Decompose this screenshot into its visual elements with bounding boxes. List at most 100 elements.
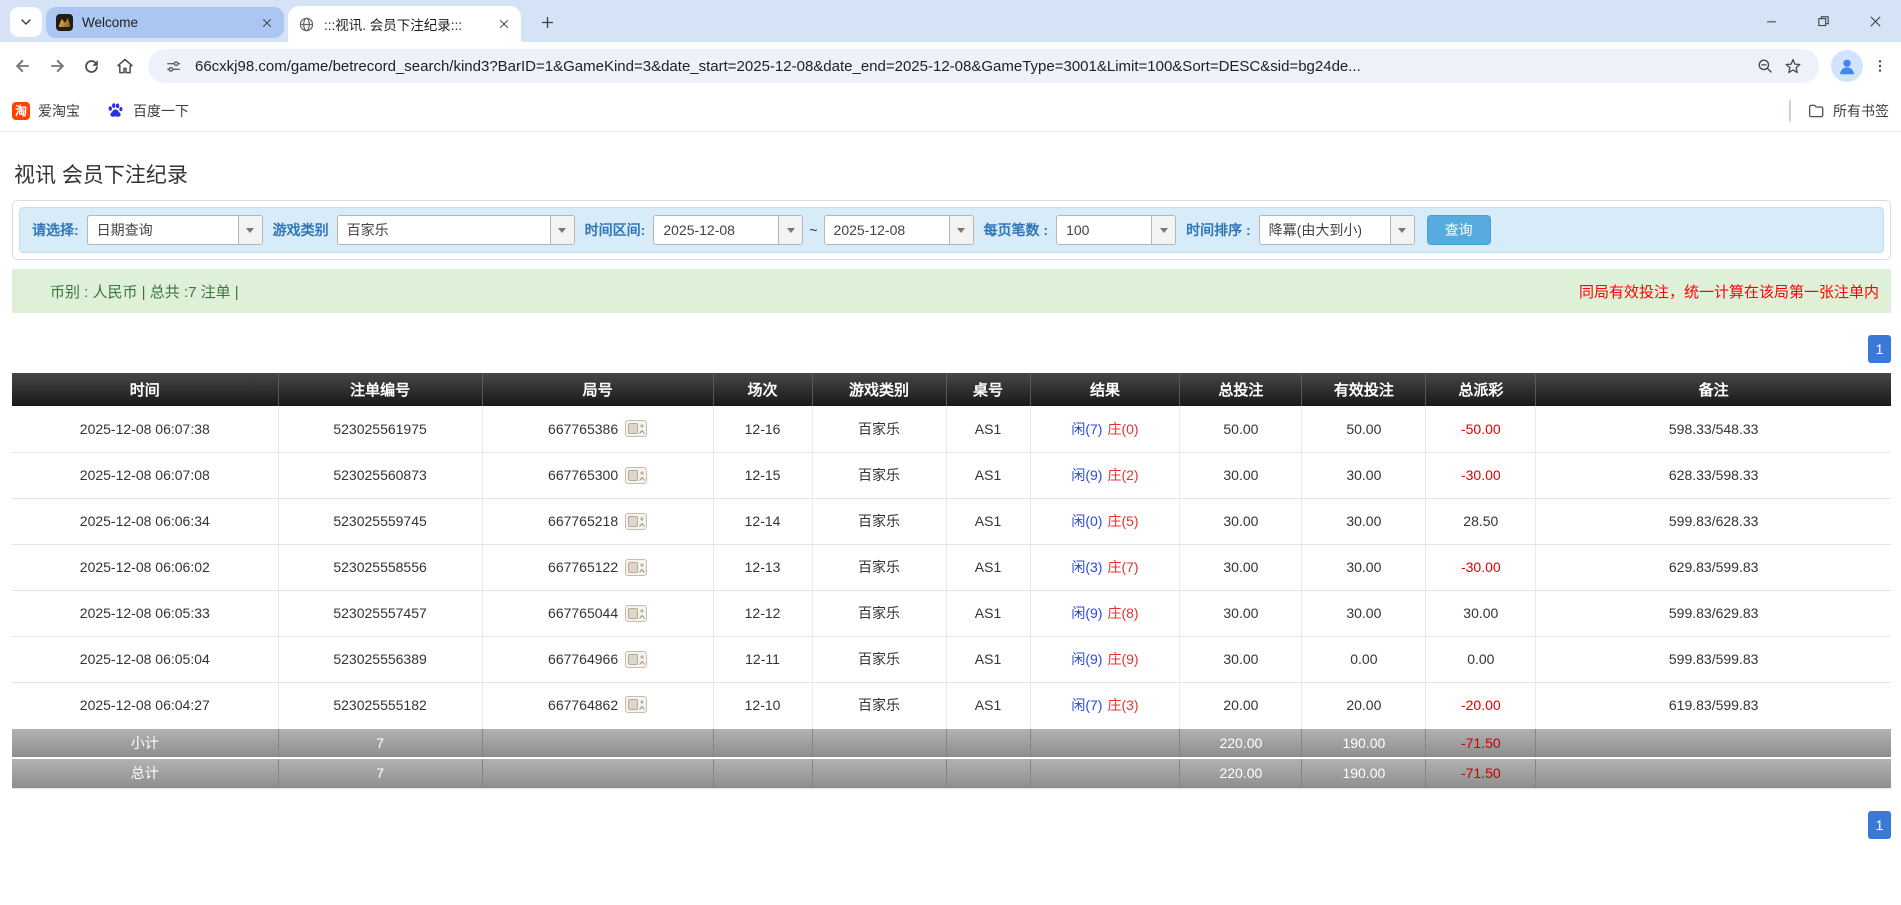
- result-player: 闲(3): [1071, 559, 1102, 575]
- tab-welcome[interactable]: Welcome: [46, 7, 284, 38]
- maximize-button[interactable]: [1797, 3, 1849, 39]
- address-bar[interactable]: 66cxkj98.com/game/betrecord_search/kind3…: [148, 49, 1819, 83]
- folder-icon: [1807, 102, 1825, 120]
- cell-session: 12-14: [713, 498, 812, 544]
- result-banker: 庄(0): [1107, 421, 1138, 437]
- all-bookmarks-label: 所有书签: [1833, 101, 1889, 121]
- bookmark-baidu[interactable]: 百度一下: [106, 101, 189, 121]
- cell-time: 2025-12-08 06:04:27: [12, 682, 278, 728]
- result-banker: 庄(2): [1107, 467, 1138, 483]
- date-end-select[interactable]: 2025-12-08: [824, 215, 974, 245]
- cell-game-type: 百家乐: [812, 682, 946, 728]
- cell-total-bet-link[interactable]: 20.00: [1180, 682, 1302, 728]
- cell-payout: 30.00: [1426, 590, 1536, 636]
- cell-total-bet-link[interactable]: 30.00: [1180, 452, 1302, 498]
- round-detail-icon[interactable]: [625, 513, 647, 530]
- all-bookmarks[interactable]: 所有书签: [1789, 90, 1889, 131]
- site-settings-icon[interactable]: [165, 58, 182, 75]
- bookmark-label: 爱淘宝: [38, 101, 80, 121]
- chevron-down-icon[interactable]: [1390, 216, 1414, 244]
- cell-payout: 0.00: [1426, 636, 1536, 682]
- cell-total-bet-link[interactable]: 30.00: [1180, 636, 1302, 682]
- footer-count: 7: [278, 758, 482, 788]
- reload-button[interactable]: [76, 51, 106, 81]
- round-number: 667764862: [548, 697, 618, 713]
- close-window-button[interactable]: [1849, 3, 1901, 39]
- forward-button[interactable]: [42, 51, 72, 81]
- cell-valid-bet: 0.00: [1302, 636, 1426, 682]
- cell-game-type: 百家乐: [812, 544, 946, 590]
- cell-payout: -30.00: [1426, 544, 1536, 590]
- round-detail-icon[interactable]: [625, 420, 647, 437]
- cell-result: 闲(0)庄(5): [1030, 498, 1180, 544]
- cell-session: 12-13: [713, 544, 812, 590]
- game-type-select[interactable]: 百家乐: [337, 215, 575, 245]
- bookmark-star-icon[interactable]: [1784, 57, 1802, 75]
- round-detail-icon[interactable]: [625, 651, 647, 668]
- browser-menu-button[interactable]: [1867, 51, 1893, 81]
- footer-empty: [812, 728, 946, 758]
- close-icon[interactable]: [260, 16, 274, 30]
- tab-list-button[interactable]: [10, 7, 42, 37]
- round-detail-icon[interactable]: [625, 696, 647, 713]
- person-icon: [1836, 55, 1858, 77]
- result-banker: 庄(5): [1107, 513, 1138, 529]
- cell-table-no: AS1: [946, 544, 1030, 590]
- cell-payout: -50.00: [1426, 406, 1536, 452]
- filter-bar: 请选择: 日期查询 游戏类别 百家乐 时间区间: 2025-12-08 ~ 20…: [19, 207, 1884, 253]
- close-icon[interactable]: [497, 17, 511, 31]
- plus-icon: [539, 14, 556, 31]
- chevron-down-icon[interactable]: [778, 216, 802, 244]
- cell-total-bet-link[interactable]: 30.00: [1180, 590, 1302, 636]
- page-button-1[interactable]: 1: [1868, 811, 1891, 839]
- minimize-button[interactable]: [1745, 3, 1797, 39]
- sort-order-select[interactable]: 降冪(由大到小): [1259, 215, 1415, 245]
- round-detail-icon[interactable]: [625, 559, 647, 576]
- query-type-value: 日期查询: [88, 216, 238, 244]
- chevron-down-icon[interactable]: [550, 216, 574, 244]
- notice-text: 同局有效投注，统一计算在该局第一张注单内: [1579, 281, 1879, 302]
- table-row: 2025-12-08 06:04:27 523025555182 6677648…: [12, 682, 1891, 728]
- chevron-down-icon[interactable]: [949, 216, 973, 244]
- per-page-value: 100: [1057, 216, 1151, 244]
- per-page-select[interactable]: 100: [1056, 215, 1176, 245]
- profile-avatar[interactable]: [1831, 50, 1863, 82]
- back-button[interactable]: [8, 51, 38, 81]
- cell-session: 12-11: [713, 636, 812, 682]
- footer-label: 总计: [12, 758, 278, 788]
- cell-total-bet-link[interactable]: 30.00: [1180, 544, 1302, 590]
- date-start-select[interactable]: 2025-12-08: [653, 215, 803, 245]
- home-button[interactable]: [110, 51, 140, 81]
- search-button[interactable]: 查询: [1427, 215, 1491, 245]
- zoom-out-icon[interactable]: [1756, 57, 1774, 75]
- chevron-down-icon[interactable]: [238, 216, 262, 244]
- cell-total-bet-link[interactable]: 30.00: [1180, 498, 1302, 544]
- cell-round: 667765218: [482, 498, 713, 544]
- footer-empty: [946, 728, 1030, 758]
- chevron-down-icon[interactable]: [1151, 216, 1175, 244]
- round-detail-icon[interactable]: [625, 605, 647, 622]
- table-footer-row: 小计 7 220.00 190.00 -71.50: [12, 728, 1891, 758]
- table-row: 2025-12-08 06:07:38 523025561975 6677653…: [12, 406, 1891, 452]
- bookmark-taobao[interactable]: 淘 爱淘宝: [12, 101, 80, 121]
- table-row: 2025-12-08 06:06:34 523025559745 6677652…: [12, 498, 1891, 544]
- cell-bet-id: 523025557457: [278, 590, 482, 636]
- date-start-value: 2025-12-08: [654, 216, 778, 244]
- page-button-1[interactable]: 1: [1868, 335, 1891, 363]
- browser-toolbar: 66cxkj98.com/game/betrecord_search/kind3…: [0, 42, 1901, 90]
- column-header: 总派彩: [1426, 373, 1536, 406]
- url-text[interactable]: 66cxkj98.com/game/betrecord_search/kind3…: [195, 58, 1743, 75]
- result-banker: 庄(9): [1107, 651, 1138, 667]
- round-detail-icon[interactable]: [625, 467, 647, 484]
- tab-bet-records[interactable]: :::视讯. 会员下注纪录:::: [288, 6, 521, 42]
- new-tab-button[interactable]: [534, 9, 560, 35]
- footer-count: 7: [278, 728, 482, 758]
- restore-icon: [1816, 14, 1831, 29]
- round-number: 667765300: [548, 467, 618, 483]
- cell-total-bet-link[interactable]: 50.00: [1180, 406, 1302, 452]
- footer-empty: [1536, 728, 1891, 758]
- query-type-select[interactable]: 日期查询: [87, 215, 263, 245]
- forward-arrow-icon: [47, 56, 67, 76]
- cell-bet-id: 523025561975: [278, 406, 482, 452]
- cell-payout: -30.00: [1426, 452, 1536, 498]
